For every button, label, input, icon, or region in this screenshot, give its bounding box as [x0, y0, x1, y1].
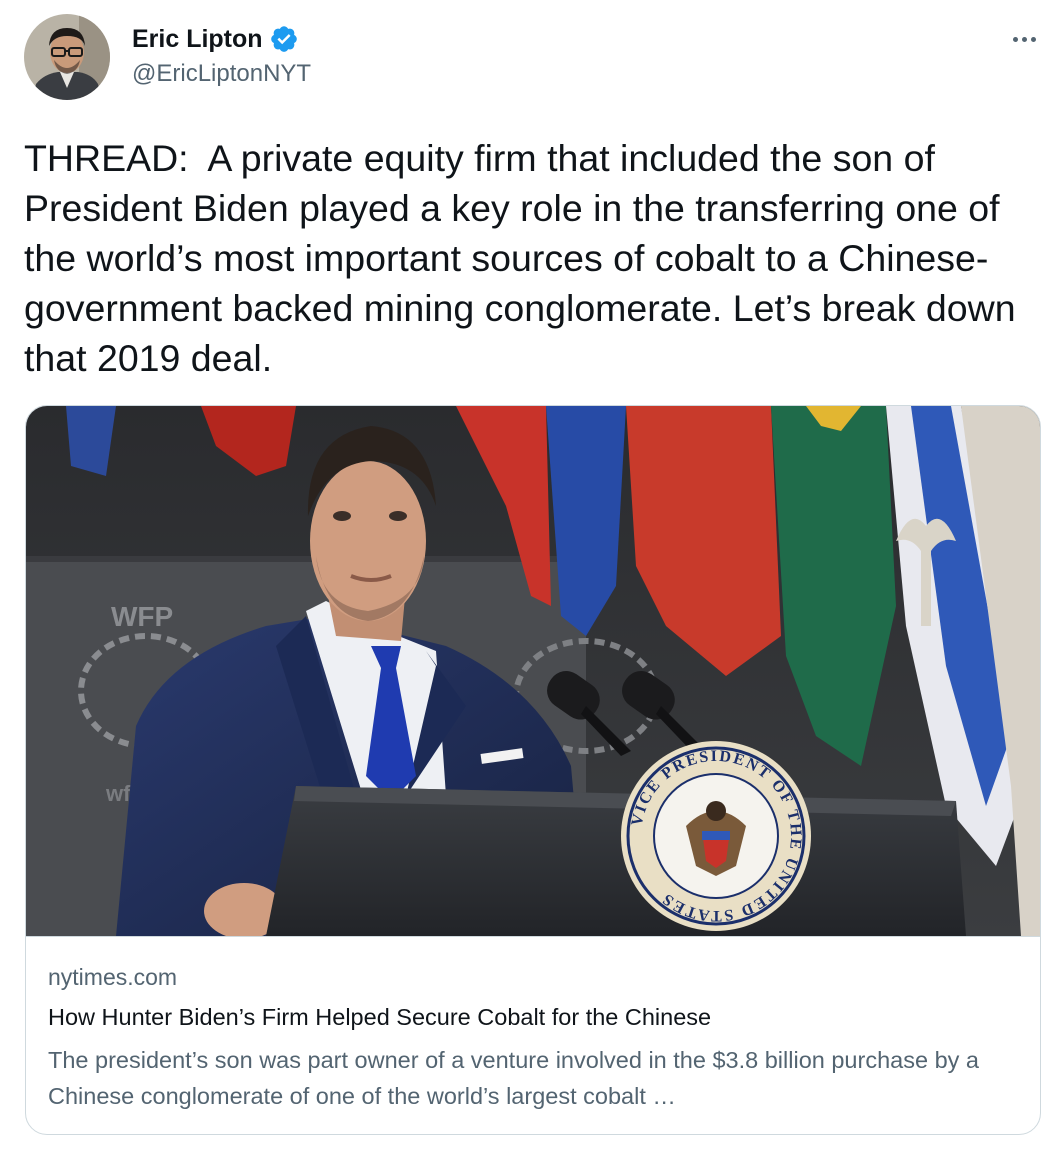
more-options-icon[interactable] [1006, 26, 1042, 52]
author-avatar[interactable] [24, 14, 110, 100]
link-card-domain: nytimes.com [48, 964, 178, 990]
link-card-image[interactable]: WFP wfp VICE PRESIDENT OF THE UNITED STA… [26, 406, 1040, 936]
author-name-row: Eric Lipton [132, 22, 299, 56]
author-display-name[interactable]: Eric Lipton [132, 25, 263, 54]
link-card[interactable]: WFP wfp VICE PRESIDENT OF THE UNITED STA… [25, 405, 1041, 1135]
tweet-text: THREAD: A private equity firm that inclu… [24, 137, 1026, 379]
news-photo: WFP wfp VICE PRESIDENT OF THE UNITED STA… [26, 406, 1040, 936]
verified-badge-icon [270, 26, 297, 52]
link-card-description: The president’s son was part owner of a … [48, 1047, 979, 1109]
tweet: Eric Lipton @EricLiptonNYT THREAD: A pri… [0, 0, 1060, 1154]
avatar-photo [24, 14, 110, 100]
banner-wfp-text: WFP [111, 601, 173, 632]
link-card-divider [26, 936, 1040, 937]
link-card-title[interactable]: How Hunter Biden’s Firm Helped Secure Co… [48, 1004, 711, 1031]
author-handle[interactable]: @EricLiptonNYT [132, 60, 311, 88]
